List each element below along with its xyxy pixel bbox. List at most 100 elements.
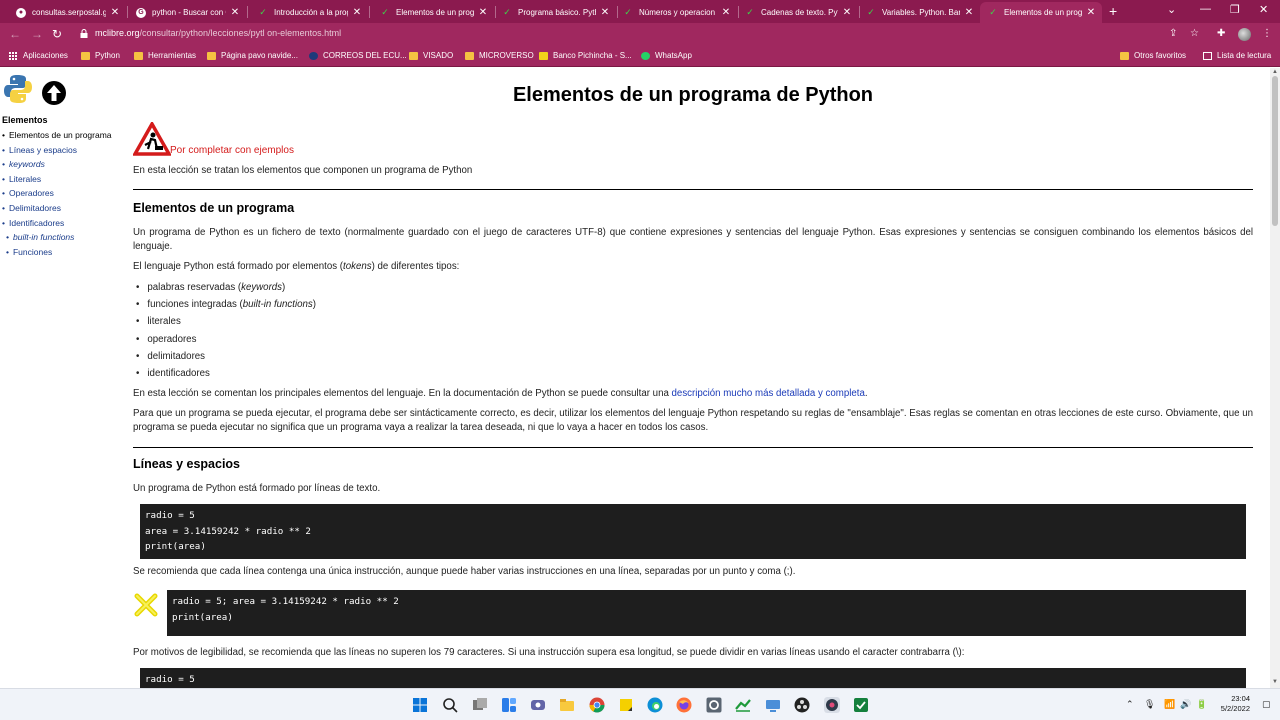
tab-3[interactable]: ✓ Elementos de un prog ✕ [372,2,494,23]
new-tab-button[interactable]: + [1109,3,1117,19]
widgets-icon[interactable] [501,697,517,713]
bookmark-apps[interactable]: Aplicaciones [9,51,68,60]
sidebar-item-built-in[interactable]: built-in functions [2,230,122,245]
volume-icon[interactable]: 🔊 [1180,699,1191,710]
text-em: tokens [343,261,372,272]
bookmark-banco-pichincha[interactable]: Banco Pichincha - S... [539,51,632,60]
url-input[interactable]: mclibre.org/consultar/python/lecciones/p… [95,28,341,38]
close-icon[interactable]: ✕ [478,7,488,18]
python-logo-icon[interactable] [4,74,32,104]
scroll-down-icon[interactable]: ▼ [1272,679,1278,685]
folder-icon [465,51,474,60]
close-icon[interactable]: ✕ [721,7,731,18]
sidebar-item-funciones[interactable]: Funciones [2,245,122,260]
chrome-icon[interactable] [589,697,605,713]
reading-list[interactable]: Lista de lectura [1203,51,1271,60]
tab-1[interactable]: G python - Buscar con G ✕ [128,2,246,23]
bookmark-whatsapp[interactable]: WhatsApp [641,51,692,60]
web-page: Elementos Elementos de un programa Línea… [0,68,1280,688]
sticky-notes-icon[interactable] [618,697,634,713]
reading-list-label: Lista de lectura [1217,51,1272,60]
battery-icon[interactable]: 🔋 [1196,699,1207,710]
close-icon[interactable]: ✕ [1086,7,1096,18]
code-block-2[interactable]: radio = 5; area = 3.14159242 * radio ** … [167,590,1246,636]
clock[interactable]: 23:04 5/2/2022 [1212,694,1250,714]
reload-icon[interactable]: ↻ [52,27,62,41]
bookmark-correos[interactable]: CORREOS DEL ECU... [309,51,407,60]
obs-icon[interactable] [794,697,810,713]
window-close-icon[interactable]: ✕ [1259,3,1268,16]
close-icon[interactable]: ✕ [110,7,120,18]
scrollbar-thumb[interactable] [1272,76,1278,226]
close-icon[interactable]: ✕ [842,7,852,18]
tab-search-icon[interactable]: ⌄ [1167,3,1176,16]
bookmark-star-icon[interactable]: ☆ [1190,28,1199,39]
tray-overflow-icon[interactable]: ⌃ [1126,699,1134,710]
microphone-icon[interactable]: 🎙 [1144,699,1155,710]
sidebar-item-literales[interactable]: Literales [2,172,122,187]
documentation-link[interactable]: descripción mucho más detallada y comple… [672,388,865,399]
app-green-icon[interactable] [853,697,869,713]
lock-icon[interactable] [80,29,88,38]
tab-2[interactable]: ✓ Introducción a la prog ✕ [250,2,368,23]
folder-icon [1120,51,1129,60]
tab-title: Elementos de un prog [396,8,474,17]
tab-6[interactable]: ✓ Cadenas de texto. Pyt ✕ [737,2,858,23]
minimize-icon[interactable]: — [1200,3,1211,15]
tab-5[interactable]: ✓ Números y operacion ✕ [615,2,737,23]
tab-4[interactable]: ✓ Programa básico. Pyth ✕ [494,2,616,23]
sidebar-item-lineas[interactable]: Líneas y espacios [2,143,122,158]
divider [133,447,1253,448]
settings-icon[interactable] [706,697,722,713]
teams-icon[interactable] [530,697,546,713]
close-icon[interactable]: ✕ [964,7,974,18]
share-icon[interactable]: ⇪ [1169,28,1177,39]
task-view-icon[interactable] [472,697,488,713]
bookmark-microverso[interactable]: MICROVERSO [465,51,534,60]
scroll-up-icon[interactable]: ▲ [1272,69,1278,75]
forward-icon[interactable]: → [31,27,43,41]
sidebar-item-delimitadores[interactable]: Delimitadores [2,201,122,216]
firefox-icon[interactable] [676,697,692,713]
text: En esta lección se comentan los principa… [133,388,672,399]
profile-avatar[interactable] [1238,28,1251,41]
sidebar-item-identificadores[interactable]: Identificadores [2,216,122,231]
back-icon[interactable]: ← [9,27,21,41]
sidebar-item-keywords[interactable]: keywords [2,157,122,172]
close-icon[interactable]: ✕ [600,7,610,18]
menu-icon[interactable]: ⋮ [1262,28,1272,39]
edge-icon[interactable] [647,697,663,713]
tab-7[interactable]: ✓ Variables. Python. Bar ✕ [858,2,980,23]
remote-icon[interactable] [765,697,781,713]
code-block-3[interactable]: radio = 5 [140,668,1246,688]
terminal-icon[interactable] [735,697,751,713]
tab-8-active[interactable]: ✓ Elementos de un prog ✕ [980,2,1102,23]
sidebar-item-elementos[interactable]: Elementos de un programa [2,128,122,143]
intro-paragraph: En esta lección se tratan los elementos … [133,165,473,176]
bookmark-herramientas[interactable]: Herramientas [134,51,196,60]
app-icon[interactable] [824,697,840,713]
extensions-icon[interactable]: ✚ [1217,28,1225,39]
bookmark-others[interactable]: Otros favoritos [1120,51,1186,60]
paragraph-instruccion: Se recomienda que cada línea contenga un… [133,566,796,577]
close-icon[interactable]: ✕ [230,7,240,18]
windows-start-icon[interactable] [412,697,428,713]
bookmark-visado[interactable]: VISADO [409,51,453,60]
close-icon[interactable]: ✕ [352,7,362,18]
sidebar-item-operadores[interactable]: Operadores [2,186,122,201]
notifications-icon[interactable]: ▢ [1262,699,1271,710]
list-item: delimitadores [136,348,316,365]
bookmark-pagina-pavo[interactable]: Página pavo navide... [207,51,298,60]
back-to-top-icon[interactable] [42,81,66,105]
search-icon[interactable] [442,697,458,713]
scrollbar[interactable]: ▲ ▼ [1270,68,1280,688]
url-host: mclibre.org [95,28,140,38]
tab-title: Elementos de un prog [1004,8,1082,17]
tab-0[interactable]: ● consultas.serpostal.gc ✕ [8,2,126,23]
code-block-1[interactable]: radio = 5 area = 3.14159242 * radio ** 2 p… [140,504,1246,559]
file-explorer-icon[interactable] [559,697,575,713]
restore-icon[interactable]: ❐ [1230,3,1240,16]
bookmark-python[interactable]: Python [81,51,120,60]
folder-icon [207,51,216,60]
wifi-icon[interactable]: 📶 [1164,699,1175,710]
